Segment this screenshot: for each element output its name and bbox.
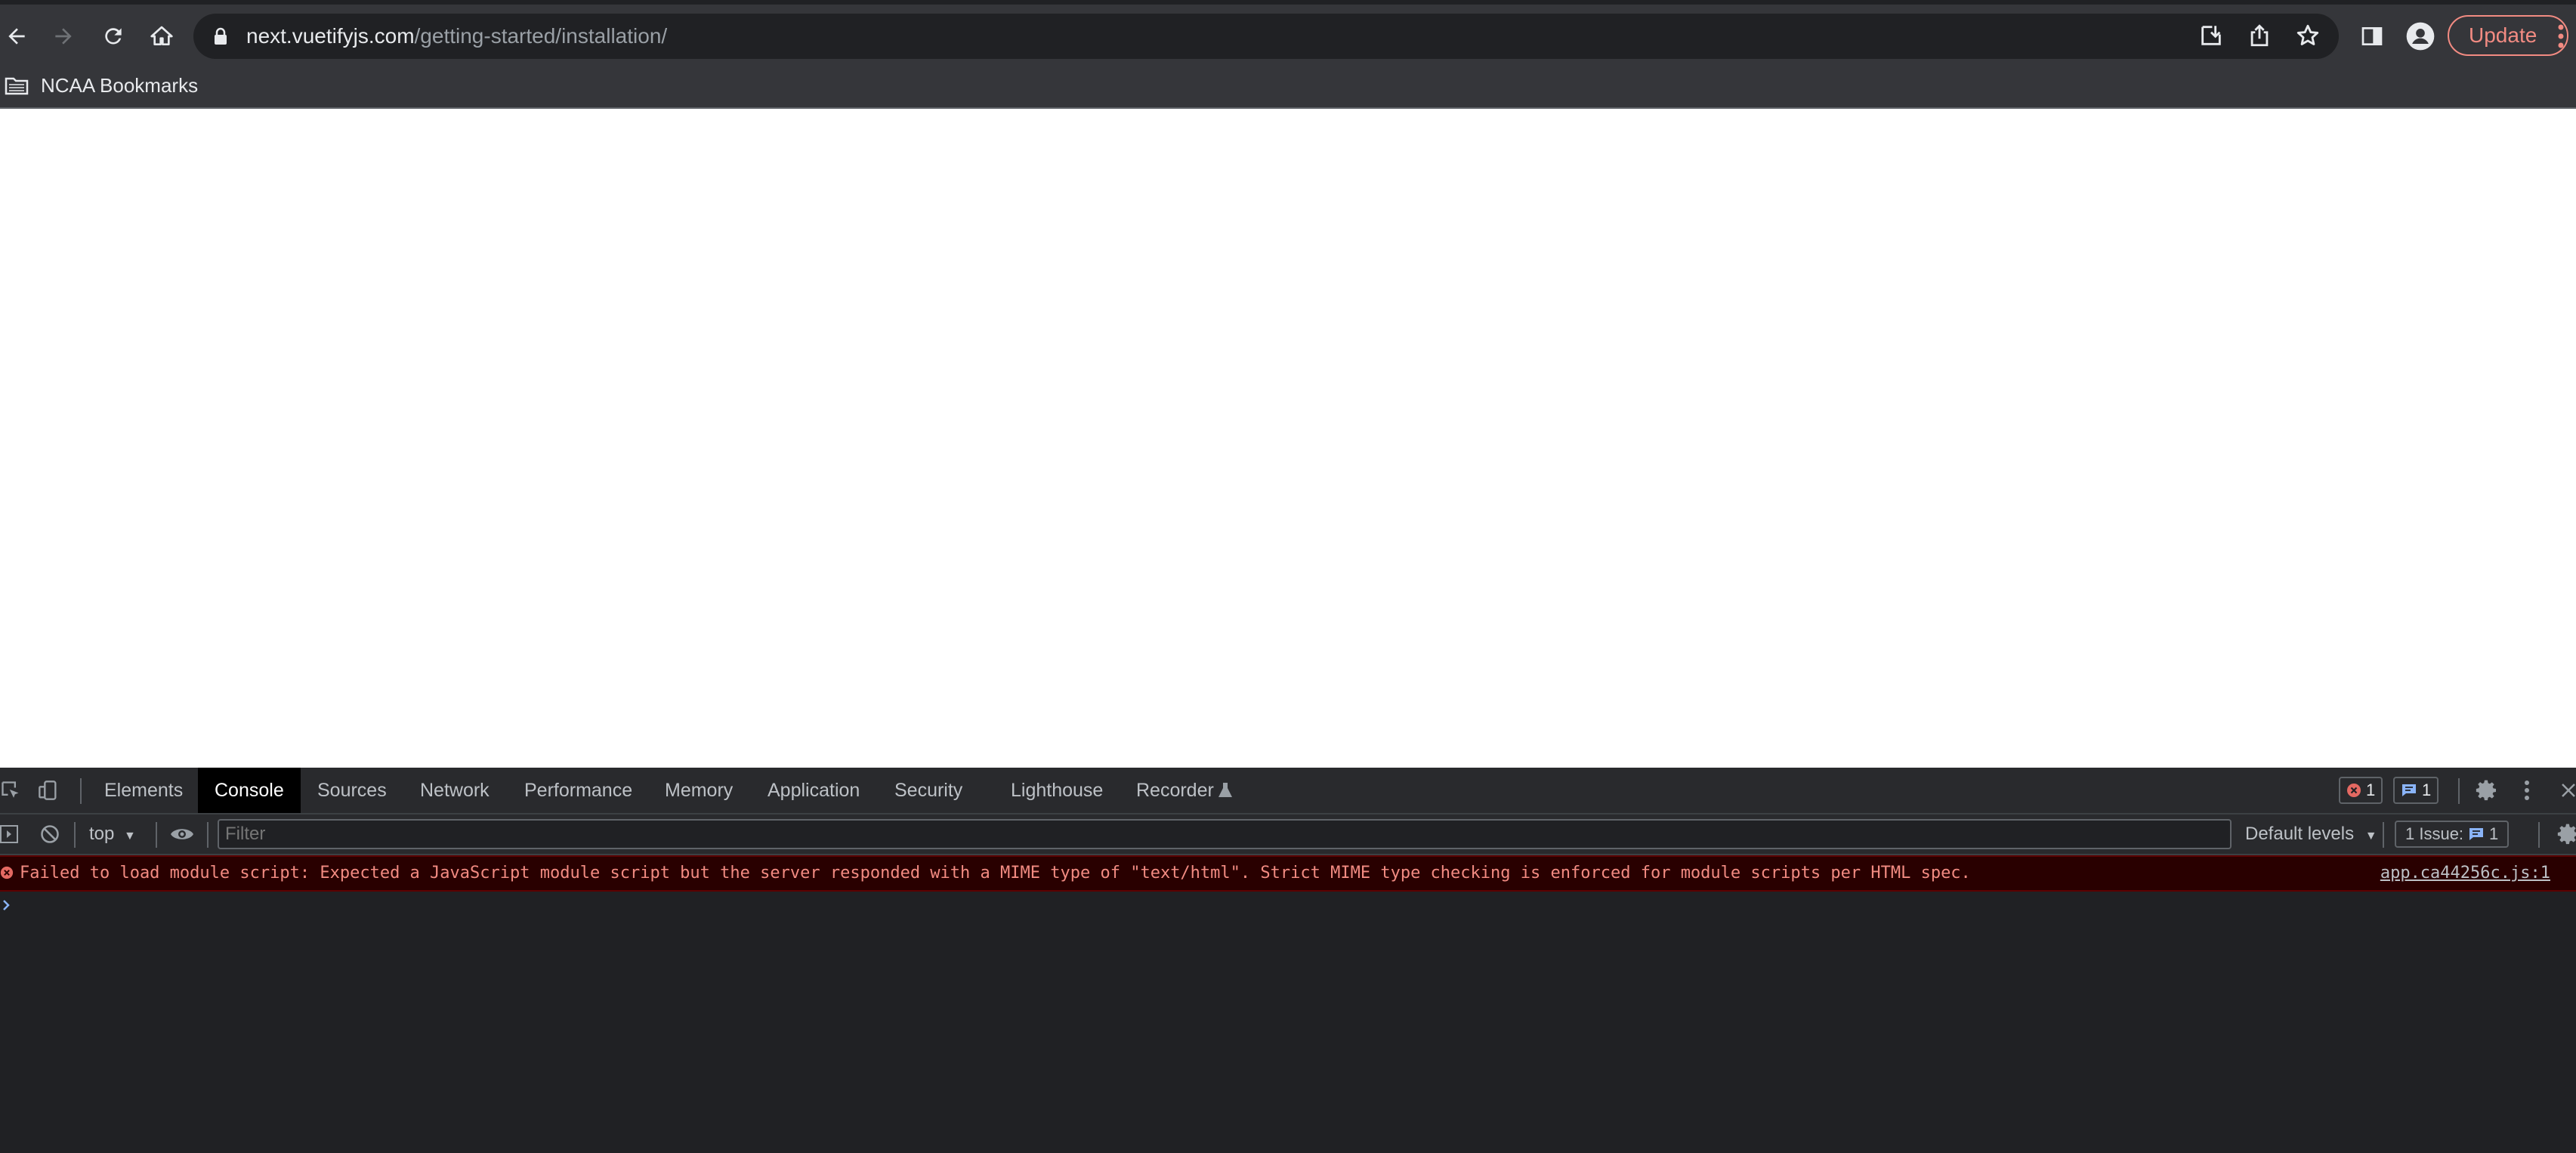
inspect-element-icon[interactable]: [0, 780, 21, 801]
back-icon[interactable]: [0, 14, 39, 59]
toolbar-divider: [2383, 822, 2384, 848]
log-levels-dropdown[interactable]: Default levels ▼: [2245, 815, 2377, 856]
settings-gear-icon[interactable]: [2475, 778, 2499, 802]
toolbar-divider: [2538, 822, 2540, 848]
toolbar-divider: [74, 822, 76, 848]
message-count: 1: [2422, 781, 2432, 799]
folder-icon: [5, 76, 29, 95]
issues-count: 1: [2489, 824, 2499, 843]
bookmark-star-icon[interactable]: [2295, 23, 2321, 48]
share-icon[interactable]: [2247, 23, 2272, 48]
message-icon: [2401, 783, 2417, 798]
console-error-message: Failed to load module script: Expected a…: [0, 855, 2576, 892]
url-host: next.vuetifyjs.com: [246, 24, 415, 48]
error-icon: [2346, 783, 2361, 798]
error-count-badge[interactable]: 1: [2339, 777, 2383, 804]
tab-lighthouse[interactable]: Lighthouse: [1011, 768, 1103, 813]
chevron-down-icon: ▼: [2364, 830, 2377, 842]
flask-icon: [1218, 781, 1233, 799]
tab-network[interactable]: Network: [420, 768, 490, 813]
tab-sources[interactable]: Sources: [317, 768, 387, 813]
context-selector[interactable]: top ▼: [89, 815, 136, 856]
more-options-icon[interactable]: [2523, 778, 2531, 802]
live-expression-eye-icon[interactable]: [169, 824, 195, 845]
tab-elements[interactable]: Elements: [104, 768, 183, 813]
message-icon: [2468, 827, 2485, 842]
url-text: next.vuetifyjs.com/getting-started/insta…: [246, 14, 667, 59]
home-icon[interactable]: [139, 14, 184, 59]
error-text: Failed to load module script: Expected a…: [20, 864, 1971, 883]
toolbar-divider: [207, 822, 208, 848]
issues-label: 1 Issue:: [2405, 824, 2464, 843]
side-panel-icon[interactable]: [2349, 14, 2395, 59]
error-count: 1: [2366, 781, 2376, 799]
menu-kebab-icon[interactable]: [2556, 21, 2565, 51]
sidebar-toggle-icon[interactable]: [0, 824, 20, 845]
issues-button[interactable]: 1 Issue: 1: [2395, 821, 2510, 848]
log-levels-value: Default levels: [2245, 824, 2355, 844]
update-button[interactable]: Update: [2448, 15, 2568, 56]
tab-security[interactable]: Security: [894, 768, 962, 813]
tab-application[interactable]: Application: [768, 768, 860, 813]
tab-recorder[interactable]: Recorder: [1136, 768, 1214, 813]
reload-icon[interactable]: [91, 14, 136, 59]
tab-performance[interactable]: Performance: [524, 768, 632, 813]
error-source-link[interactable]: app.ca44256c.js:1: [2380, 857, 2550, 890]
tab-console[interactable]: Console: [198, 768, 301, 813]
devtools-tab-bar: Elements Console Sources Network Perform…: [0, 768, 2576, 815]
page-viewport: [0, 109, 2576, 768]
bookmarks-bar: NCAA Bookmarks: [0, 63, 2576, 109]
console-settings-icon[interactable]: [2556, 822, 2576, 846]
forward-icon[interactable]: [41, 14, 86, 59]
devtools-panel: Elements Console Sources Network Perform…: [0, 768, 2576, 1153]
tab-memory[interactable]: Memory: [665, 768, 733, 813]
toolbar-divider: [156, 822, 157, 848]
device-toolbar-icon[interactable]: [38, 780, 59, 801]
url-path: /getting-started/installation/: [414, 24, 668, 48]
filter-input[interactable]: [218, 819, 2232, 849]
address-bar[interactable]: next.vuetifyjs.com/getting-started/insta…: [193, 14, 2339, 59]
chevron-down-icon: ▼: [124, 830, 136, 842]
browser-toolbar: next.vuetifyjs.com/getting-started/insta…: [0, 0, 2576, 63]
profile-avatar-icon[interactable]: [2398, 14, 2443, 59]
close-icon[interactable]: [2559, 781, 2576, 799]
clear-console-icon[interactable]: [39, 824, 60, 845]
toolbar-divider: [2458, 778, 2460, 804]
bookmark-label: NCAA Bookmarks: [41, 73, 199, 97]
error-icon: [0, 866, 14, 879]
message-count-badge[interactable]: 1: [2393, 777, 2439, 804]
console-toolbar: top ▼ Default levels ▼ 1 Issue: 1: [0, 815, 2576, 855]
console-prompt-chevron-icon[interactable]: [2, 898, 12, 913]
install-icon[interactable]: [2198, 23, 2224, 48]
bookmark-folder-ncaa[interactable]: NCAA Bookmarks: [5, 63, 198, 107]
toolbar-divider: [80, 778, 82, 804]
context-value: top: [89, 824, 115, 844]
lock-icon: [213, 27, 228, 45]
